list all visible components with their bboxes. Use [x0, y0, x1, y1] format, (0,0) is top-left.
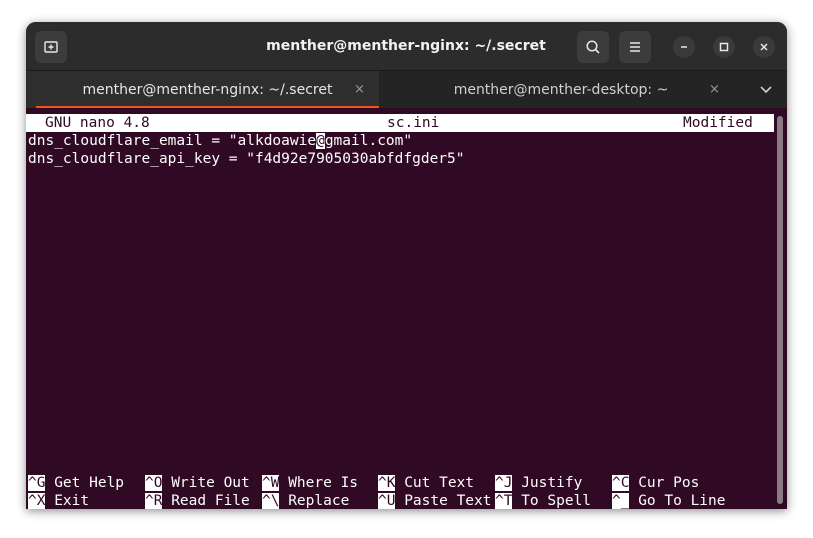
shortcut-go-to-line: ^_ Go To Line [612, 493, 726, 509]
shortcut-where-is: ^W Where Is [262, 475, 359, 491]
tab-menther-desktop[interactable]: menther@menther-desktop: ~ × [379, 71, 749, 109]
tab-label: menther@menther-desktop: ~ [453, 82, 669, 98]
search-icon [586, 40, 600, 54]
shortcut-replace: ^\ Replace [262, 493, 350, 509]
maximize-button[interactable] [713, 36, 735, 58]
tab-close-icon[interactable]: × [709, 82, 720, 97]
shortcut-write-out: ^O Write Out [145, 475, 250, 491]
new-tab-icon [44, 41, 58, 53]
tab-bar: menther@menther-nginx: ~/.secret × menth… [26, 70, 787, 109]
main-menu-button[interactable] [619, 31, 651, 63]
shortcut-get-help: ^G Get Help [28, 475, 125, 491]
nano-modified-status: Modified [683, 115, 753, 131]
tab-label: menther@menther-nginx: ~/.secret [82, 82, 333, 98]
tab-close-icon[interactable]: × [354, 82, 365, 97]
terminal-window: menther@menther-nginx: ~/.secret menther… [26, 22, 787, 509]
window-title: menther@menther-nginx: ~/.secret [266, 38, 546, 54]
new-tab-button[interactable] [35, 31, 67, 63]
shortcut-cur-pos: ^C Cur Pos [612, 475, 700, 491]
hamburger-menu-icon [630, 42, 640, 52]
terminal-area[interactable]: GNU nano 4.8 sc.ini Modified dns_cloudfl… [26, 108, 787, 509]
shortcut-justify: ^J Justify [495, 475, 583, 491]
shortcut-paste-text: ^U Paste Text [378, 493, 492, 509]
maximize-icon [719, 42, 729, 52]
editor-line-1[interactable]: dns_cloudflare_email = "alkdoawie@gmail.… [28, 132, 412, 150]
nano-version: GNU nano 4.8 [45, 115, 150, 131]
shortcut-cut-text: ^K Cut Text [378, 475, 475, 491]
chevron-down-icon [760, 86, 772, 94]
minimize-icon [681, 46, 687, 48]
text-cursor: @ [316, 133, 325, 149]
shortcut-to-spell: ^T To Spell [495, 493, 592, 509]
header-bar: menther@menther-nginx: ~/.secret [26, 22, 787, 70]
tab-menther-nginx[interactable]: menther@menther-nginx: ~/.secret × [26, 71, 379, 109]
minimize-button[interactable] [673, 36, 695, 58]
shortcut-exit: ^X Exit [28, 493, 90, 509]
close-button[interactable] [753, 36, 775, 58]
nano-title-bar: GNU nano 4.8 sc.ini Modified [26, 114, 774, 132]
nano-filename: sc.ini [387, 115, 440, 131]
shortcut-read-file: ^R Read File [145, 493, 250, 509]
scrollbar[interactable] [777, 116, 783, 504]
editor-line-2[interactable]: dns_cloudflare_api_key = "f4d92e7905030a… [28, 150, 465, 168]
search-button[interactable] [577, 31, 609, 63]
close-icon [760, 43, 768, 51]
tab-list-button[interactable] [759, 81, 773, 100]
